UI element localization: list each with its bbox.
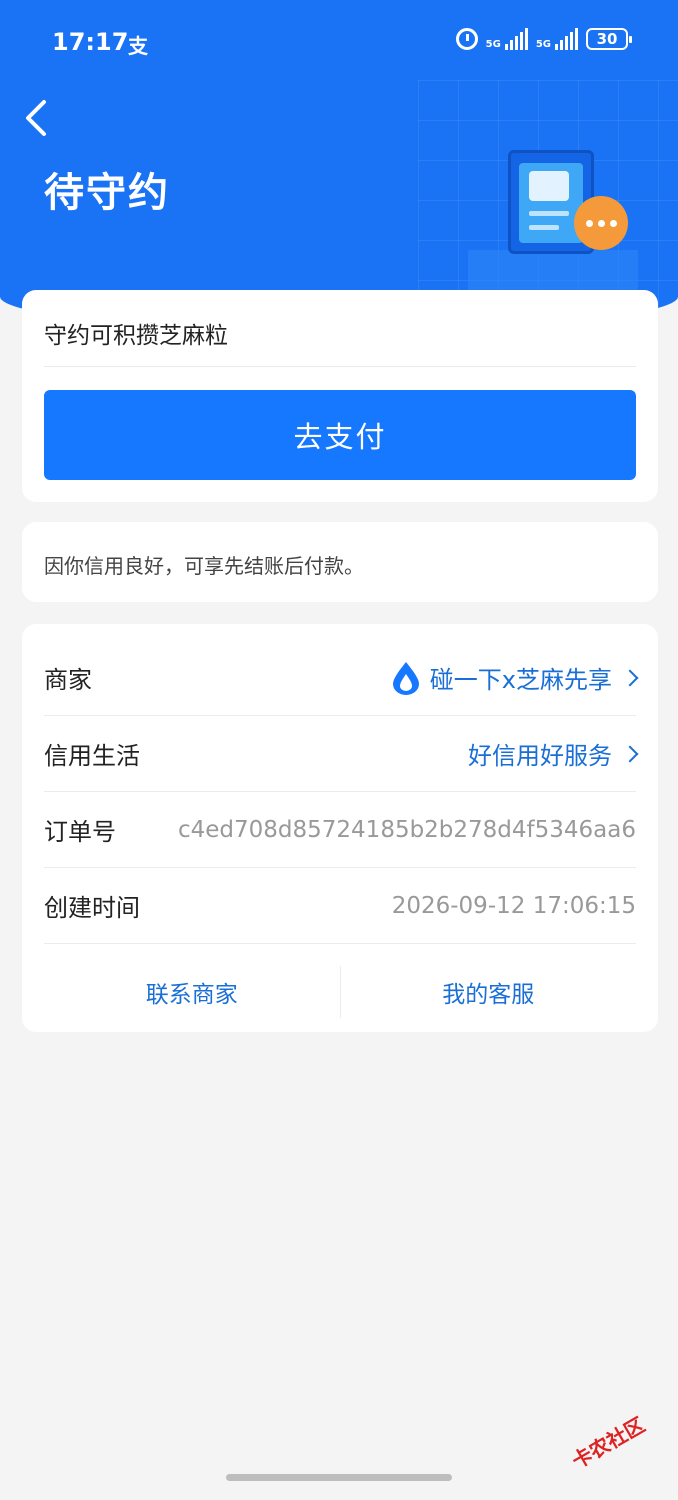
- merchant-row[interactable]: 商家 碰一下x芝麻先享: [44, 640, 639, 716]
- network-type-2: 5G: [535, 39, 551, 50]
- created-time-value: 2026-09-12 17:06:15: [391, 892, 636, 919]
- created-time-row: 创建时间 2026-09-12 17:06:15: [44, 868, 636, 944]
- page-title: 待守约: [44, 170, 170, 216]
- order-info-card: 商家 碰一下x芝麻先享 信用生活 好信用好服务 订单号 c4ed708d8572…: [22, 624, 658, 1032]
- credit-life-label: 信用生活: [44, 742, 140, 770]
- status-indicators: 5G 5G 30: [455, 28, 632, 50]
- contact-links: 联系商家 我的客服: [44, 952, 636, 1032]
- alarm-icon: [455, 28, 478, 50]
- order-number-row: 订单号 c4ed708d85724185b2b278d4f5346aa6: [44, 792, 636, 868]
- home-indicator[interactable]: [226, 1474, 452, 1481]
- contact-merchant-button[interactable]: 联系商家: [44, 952, 340, 1032]
- pay-card: 守约可积攒芝麻粒 去支付: [22, 290, 658, 502]
- more-dots-icon: [574, 196, 628, 250]
- header-banner: 17:17 支 5G 5G 30 待守约: [0, 0, 678, 330]
- status-time: 17:17: [52, 28, 129, 56]
- illustration-pedestal: [468, 250, 638, 290]
- thumbs-up-icon: [529, 171, 569, 201]
- network-type-1: 5G: [485, 39, 501, 50]
- customer-service-button[interactable]: 我的客服: [341, 952, 637, 1032]
- chevron-right-icon: [621, 669, 639, 686]
- clipboard-illustration: [468, 140, 638, 290]
- order-number-label: 订单号: [44, 818, 116, 846]
- chevron-right-icon: [621, 745, 639, 762]
- signal-icon-1: 5G: [486, 28, 528, 50]
- pay-hint: 守约可积攒芝麻粒: [44, 323, 228, 349]
- credit-life-row[interactable]: 信用生活 好信用好服务: [44, 716, 639, 792]
- signal-icon-2: 5G: [536, 28, 578, 50]
- order-number-value: c4ed708d85724185b2b278d4f5346aa6: [177, 816, 636, 843]
- created-time-label: 创建时间: [44, 894, 140, 922]
- merchant-name: 碰一下x芝麻先享: [429, 666, 612, 694]
- credit-life-text: 好信用好服务: [468, 742, 612, 770]
- pay-button[interactable]: 去支付: [44, 390, 636, 480]
- alipay-notification-icon: 支: [128, 34, 148, 58]
- divider: [44, 366, 636, 367]
- merchant-value[interactable]: 碰一下x芝麻先享: [390, 660, 639, 696]
- credit-notice: 因你信用良好，可享先结账后付款。: [44, 554, 364, 578]
- water-drop-icon: [392, 661, 419, 695]
- watermark-logo: 卡农社区: [567, 1412, 649, 1474]
- credit-life-value[interactable]: 好信用好服务: [468, 736, 639, 771]
- status-bar: 17:17 支 5G 5G 30: [0, 0, 678, 84]
- notice-card: 因你信用良好，可享先结账后付款。: [22, 522, 658, 602]
- battery-icon: 30: [586, 28, 632, 50]
- chevron-left-icon: [26, 100, 46, 136]
- merchant-label: 商家: [44, 666, 92, 694]
- back-button[interactable]: [20, 96, 60, 140]
